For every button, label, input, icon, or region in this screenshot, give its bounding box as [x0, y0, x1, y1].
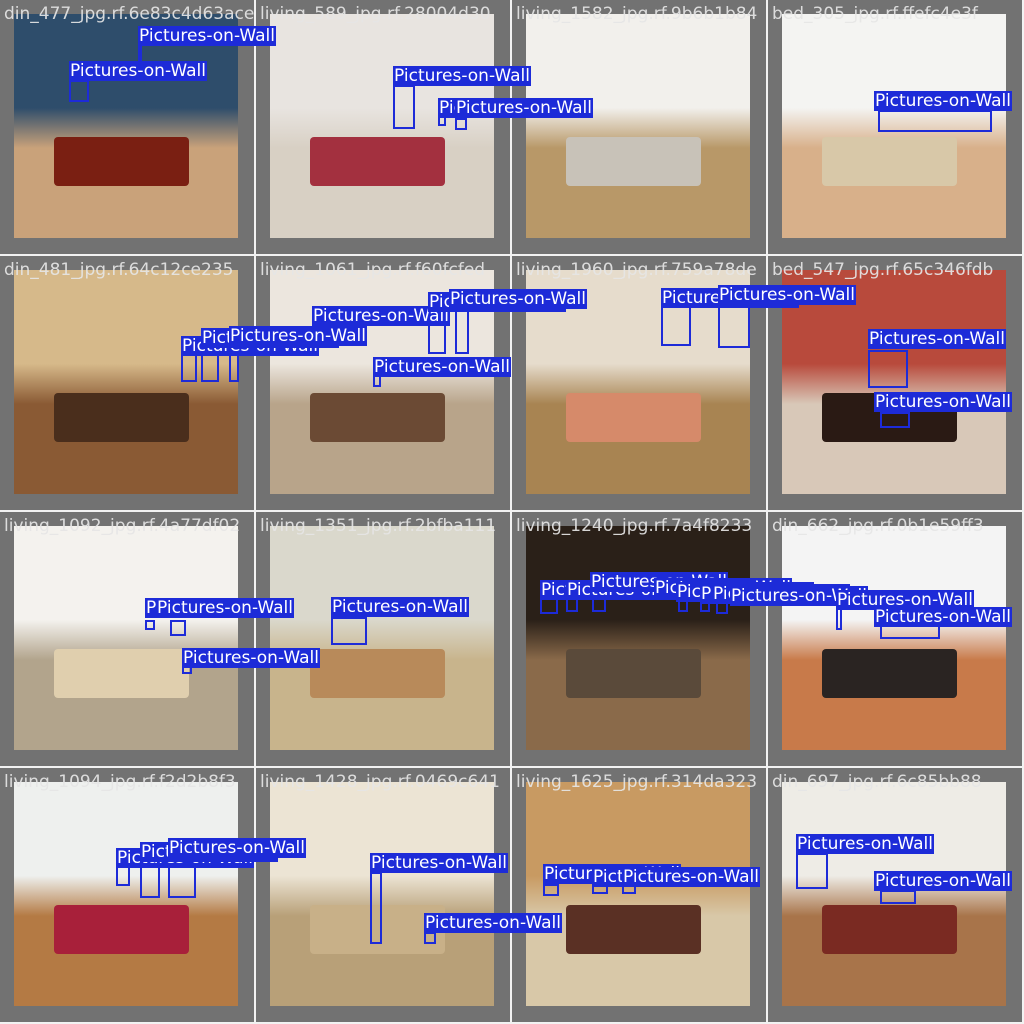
detection-label: Pictures-on-Wall — [874, 91, 1012, 111]
detection-label: Pictures-on-Wall — [156, 598, 294, 618]
detection-box — [201, 352, 219, 382]
image-filename: living_1351_jpg.rf.2bfba111 — [260, 516, 497, 536]
furniture — [54, 393, 189, 443]
image-filename: living_589_jpg.rf.28004d30 — [260, 4, 491, 24]
mosaic-tile: din_481_jpg.rf.64c12ce235 — [0, 256, 256, 512]
detection-box — [229, 352, 239, 382]
image-filename: din_477_jpg.rf.6e83c4d63ace — [4, 4, 254, 24]
detection-box — [331, 617, 367, 645]
room-photo — [14, 526, 238, 750]
room-wall — [14, 526, 238, 661]
mosaic-tile: living_1428_jpg.rf.0469c641 — [256, 768, 512, 1024]
detection-mosaic: din_477_jpg.rf.6e83c4d63ace living_589_jp… — [0, 0, 1024, 1024]
room-wall — [526, 14, 750, 149]
mosaic-tile: living_1240_jpg.rf.7a4f8233 — [512, 512, 768, 768]
room-photo — [270, 526, 494, 750]
detection-box — [878, 110, 992, 132]
furniture — [566, 649, 701, 699]
furniture — [310, 137, 445, 187]
detection-box — [424, 932, 436, 944]
detection-box — [455, 310, 469, 354]
detection-label: Pictures-on-Wall — [424, 913, 562, 933]
detection-label: Pictures-on-Wall — [868, 329, 1006, 349]
detection-label: Pictures-on-Wall — [168, 838, 306, 858]
detection-label: Pictures-on-Wall — [874, 607, 1012, 627]
detection-label: Pictures-on-Wall — [138, 26, 276, 46]
detection-box — [796, 853, 828, 889]
mosaic-tile: living_1625_jpg.rf.314da323 — [512, 768, 768, 1024]
detection-label: Pictures-on-Wall — [718, 285, 856, 305]
detection-label: Pictures-on-Wall — [370, 853, 508, 873]
detection-box — [370, 872, 382, 944]
furniture — [54, 137, 189, 187]
image-filename: living_1061_jpg.rf.f60fcfed — [260, 260, 486, 280]
image-filename: bed_305_jpg.rf.ffefc4e3f — [772, 4, 978, 24]
detection-box — [181, 354, 197, 382]
furniture — [54, 649, 189, 699]
detection-box — [543, 884, 559, 896]
detection-label: Pictures-on-Wall — [373, 357, 511, 377]
detection-label: Pictures-on-Wall — [69, 61, 207, 81]
detection-label: Pictures-on-Wall — [622, 867, 760, 887]
detection-box — [69, 80, 89, 102]
detection-box — [836, 608, 842, 630]
room-photo — [526, 14, 750, 238]
furniture — [310, 649, 445, 699]
detection-box — [116, 866, 130, 886]
furniture — [566, 905, 701, 955]
furniture — [822, 649, 957, 699]
room-photo — [14, 270, 238, 494]
mosaic-tile: living_1092_jpg.rf.4a77df02 — [0, 512, 256, 768]
room-photo — [14, 14, 238, 238]
mosaic-tile: living_1351_jpg.rf.2bfba111 — [256, 512, 512, 768]
detection-box — [455, 118, 467, 130]
detection-label: Pictures-on-Wall — [449, 289, 587, 309]
mosaic-tile: living_589_jpg.rf.28004d30 — [256, 0, 512, 256]
image-filename: din_481_jpg.rf.64c12ce235 — [4, 260, 234, 280]
detection-label: Pictures-on-Wall — [874, 871, 1012, 891]
detection-label: Pictures-on-Wall — [393, 66, 531, 86]
detection-box — [393, 85, 415, 129]
furniture — [822, 905, 957, 955]
detection-label: Pictures-on-Wall — [182, 648, 320, 668]
image-filename: living_1625_jpg.rf.314da323 — [516, 772, 758, 792]
detection-box — [880, 890, 916, 904]
image-filename: living_1240_jpg.rf.7a4f8233 — [516, 516, 753, 536]
furniture — [310, 393, 445, 443]
detection-box — [140, 864, 160, 898]
room-wall — [526, 782, 750, 917]
detection-box — [880, 412, 910, 428]
detection-box — [868, 350, 908, 388]
mosaic-tile: living_1094_jpg.rf.f2d2b8f3 — [0, 768, 256, 1024]
furniture — [54, 905, 189, 955]
image-filename: living_1428_jpg.rf.0469c641 — [260, 772, 500, 792]
room-photo — [14, 782, 238, 1006]
detection-label: Pictures-on-Wall — [331, 597, 469, 617]
room-photo — [526, 782, 750, 1006]
image-filename: living_1094_jpg.rf.f2d2b8f3 — [4, 772, 236, 792]
detection-label: Pictures-on-Wall — [455, 98, 593, 118]
mosaic-tile: din_662_jpg.rf.0b1e59ff3 — [768, 512, 1024, 768]
detection-box — [145, 620, 155, 630]
image-filename: din_697_jpg.rf.6c85bb88 — [772, 772, 982, 792]
room-photo — [270, 782, 494, 1006]
detection-box — [880, 625, 940, 639]
detection-box — [170, 620, 186, 636]
room-photo — [526, 526, 750, 750]
image-filename: living_1582_jpg.rf.9b6b1b84 — [516, 4, 758, 24]
furniture — [566, 137, 701, 187]
image-filename: living_1092_jpg.rf.4a77df02 — [4, 516, 241, 536]
image-filename: bed_547_jpg.rf.65c346fdb — [772, 260, 994, 280]
mosaic-tile: living_1582_jpg.rf.9b6b1b84 — [512, 0, 768, 256]
image-filename: living_1960_jpg.rf.759a78de — [516, 260, 757, 280]
furniture — [566, 393, 701, 443]
detection-label: Pictures-on-Wall — [874, 392, 1012, 412]
room-wall — [270, 526, 494, 661]
detection-label: Pictures-on-Wall — [796, 834, 934, 854]
detection-label: Pictures-on-Wall — [229, 326, 367, 346]
image-filename: din_662_jpg.rf.0b1e59ff3 — [772, 516, 984, 536]
furniture — [822, 137, 957, 187]
